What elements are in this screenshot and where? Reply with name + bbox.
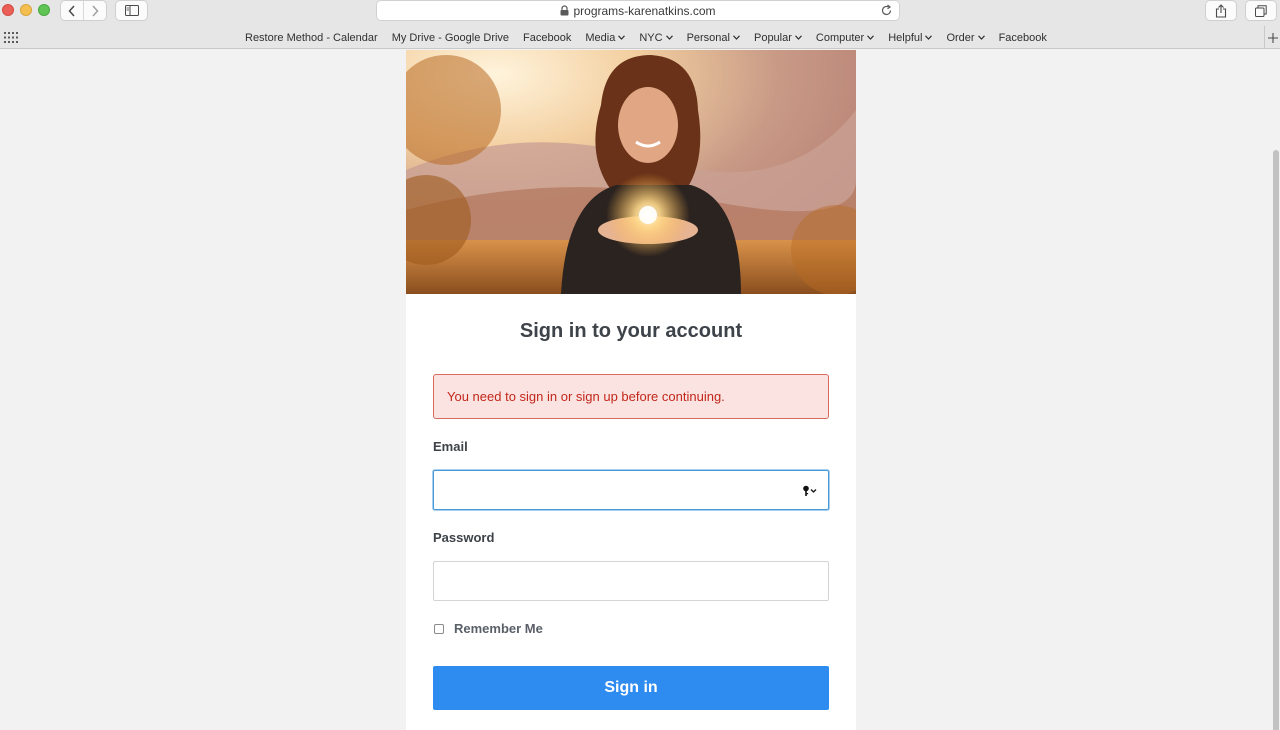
bookmark-label: Helpful — [888, 31, 923, 44]
reload-icon[interactable] — [880, 4, 893, 17]
forward-button[interactable] — [83, 1, 106, 20]
bookmark-label: Media — [585, 31, 616, 44]
chevron-down-icon — [925, 35, 933, 40]
error-alert: You need to sign in or sign up before co… — [433, 374, 829, 419]
bookmark-item[interactable]: Personal — [680, 32, 747, 44]
email-label: Email — [433, 439, 468, 454]
chevron-down-icon — [977, 35, 985, 40]
bookmark-item[interactable]: Order — [939, 32, 991, 44]
bookmark-label: Order — [946, 31, 975, 44]
share-icon — [1215, 3, 1227, 18]
hero-image — [406, 50, 856, 294]
bookmark-label: Facebook — [998, 31, 1047, 44]
alert-message: You need to sign in or sign up before co… — [447, 389, 725, 404]
bookmark-label: My Drive - Google Drive — [391, 31, 510, 44]
tabs-overview-button[interactable] — [1245, 0, 1277, 21]
bookmark-list: Restore Method - Calendar My Drive - Goog… — [238, 26, 1054, 49]
sidebar-icon — [124, 5, 139, 16]
url-text: programs-karenatkins.com — [573, 3, 716, 18]
bookmark-item[interactable]: Facebook — [992, 32, 1054, 44]
chevron-down-icon — [867, 35, 875, 40]
minimize-window-button[interactable] — [20, 4, 32, 16]
bookmark-label: Computer — [815, 31, 865, 44]
bookmark-label: Personal — [686, 31, 730, 44]
bookmark-item[interactable]: Popular — [747, 32, 809, 44]
chevron-down-icon — [794, 35, 802, 40]
bookmark-item[interactable]: Facebook — [516, 32, 578, 44]
chevron-down-icon — [665, 35, 673, 40]
grid-icon[interactable] — [4, 32, 18, 43]
remember-me-checkbox[interactable] — [434, 624, 444, 634]
chevron-right-icon — [92, 4, 99, 17]
sidebar-toggle-button[interactable] — [115, 0, 148, 21]
address-bar[interactable]: programs-karenatkins.com — [376, 0, 900, 21]
new-tab-button[interactable] — [1264, 26, 1280, 49]
chevron-left-icon — [68, 4, 75, 17]
bookmark-item[interactable]: Media — [578, 32, 632, 44]
sign-in-button[interactable]: Sign in — [433, 666, 829, 710]
chevron-down-icon — [733, 35, 740, 40]
email-field[interactable] — [433, 470, 829, 510]
bookmark-item[interactable]: NYC — [632, 32, 679, 44]
page-title: Sign in to your account — [519, 320, 743, 342]
bookmark-label: Restore Method - Calendar — [245, 31, 378, 44]
bookmark-label: NYC — [639, 31, 663, 44]
password-label: Password — [433, 530, 495, 545]
signin-card: Sign in to your account You need to sign… — [406, 50, 856, 730]
history-nav — [60, 0, 107, 21]
zoom-window-button[interactable] — [38, 4, 50, 16]
lock-icon — [560, 5, 569, 16]
close-window-button[interactable] — [2, 4, 14, 16]
tabs-icon — [1255, 4, 1267, 17]
remember-me-label[interactable]: Remember Me — [454, 621, 543, 636]
bookmark-item[interactable]: Computer — [809, 32, 881, 44]
page-scrollbar[interactable] — [1272, 50, 1280, 730]
bookmark-item[interactable]: Helpful — [881, 32, 939, 44]
hero-photo — [406, 50, 856, 294]
bookmark-label: Popular — [753, 31, 792, 44]
back-button[interactable] — [61, 1, 83, 20]
bookmark-item[interactable]: Restore Method - Calendar — [238, 32, 385, 44]
browser-titlebar: programs-karenatkins.com — [0, 0, 1280, 26]
scrollbar-thumb[interactable] — [1273, 150, 1279, 730]
bookmarks-bar: Restore Method - Calendar My Drive - Goog… — [0, 26, 1280, 49]
plus-icon — [1267, 32, 1278, 43]
password-field[interactable] — [433, 561, 829, 601]
bookmark-label: Facebook — [523, 31, 572, 44]
bookmark-item[interactable]: My Drive - Google Drive — [385, 32, 516, 44]
share-button[interactable] — [1205, 0, 1237, 21]
key-icon[interactable] — [801, 485, 819, 497]
chevron-down-icon — [618, 35, 626, 40]
